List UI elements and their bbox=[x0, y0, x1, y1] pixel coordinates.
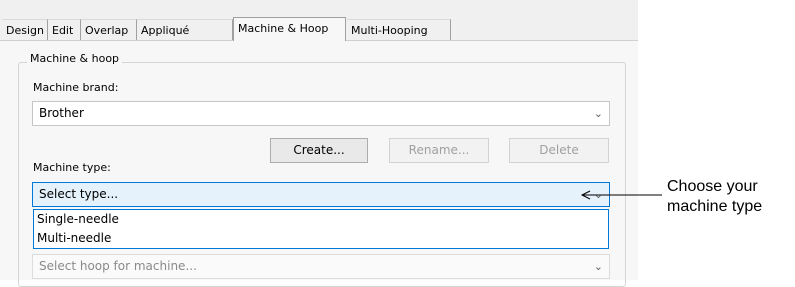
hoop-combo[interactable]: Select hoop for machine... ⌄ bbox=[32, 254, 610, 279]
group-title: Machine & hoop bbox=[27, 52, 123, 65]
callout-line-2: machine type bbox=[667, 198, 763, 215]
tab-edit[interactable]: Edit bbox=[48, 19, 81, 40]
machine-type-value: Select type... bbox=[39, 187, 119, 201]
machine-type-dropdown: Single-needle Multi-needle bbox=[33, 209, 609, 249]
option-single-needle[interactable]: Single-needle bbox=[34, 210, 608, 229]
machine-brand-value: Brother bbox=[39, 106, 84, 120]
tab-multi-hooping[interactable]: Multi-Hooping bbox=[347, 19, 451, 40]
chevron-down-icon: ⌄ bbox=[593, 188, 603, 201]
hoop-value: Select hoop for machine... bbox=[39, 259, 197, 273]
rename-button[interactable]: Rename... bbox=[389, 138, 489, 163]
create-button[interactable]: Create... bbox=[270, 138, 368, 163]
tab-applique[interactable]: Appliqué bbox=[137, 19, 233, 40]
tab-overlap[interactable]: Overlap bbox=[81, 19, 137, 40]
tab-strip: Design Edit Overlap Appliqué Machine & H… bbox=[0, 17, 638, 41]
machine-type-combo[interactable]: Select type... ⌄ bbox=[32, 182, 610, 207]
delete-button[interactable]: Delete bbox=[509, 138, 609, 163]
tab-design[interactable]: Design bbox=[2, 19, 48, 40]
machine-brand-combo[interactable]: Brother ⌄ bbox=[32, 101, 610, 126]
option-multi-needle[interactable]: Multi-needle bbox=[34, 229, 608, 248]
chevron-down-icon: ⌄ bbox=[593, 260, 603, 273]
callout-text: Choose your machine type bbox=[667, 177, 762, 217]
machine-brand-label: Machine brand: bbox=[33, 81, 119, 94]
tab-machine-hoop[interactable]: Machine & Hoop bbox=[233, 17, 346, 41]
chevron-down-icon: ⌄ bbox=[593, 107, 603, 120]
machine-hoop-dialog: Design Edit Overlap Appliqué Machine & H… bbox=[0, 0, 638, 287]
machine-type-label: Machine type: bbox=[33, 161, 111, 174]
callout-line-1: Choose your bbox=[667, 178, 758, 195]
